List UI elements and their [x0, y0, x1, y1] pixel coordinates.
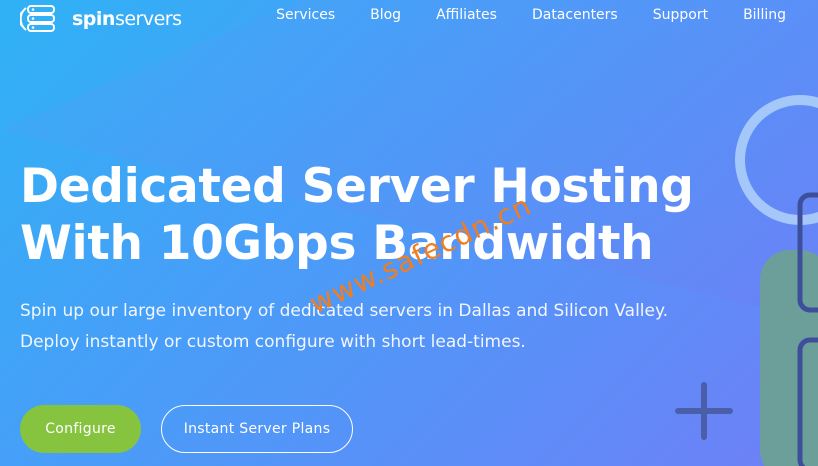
hero-title-line2: With 10Gbps Bandwidth — [20, 216, 654, 271]
nav-item-billing[interactable]: Billing — [743, 7, 786, 23]
hero-subtitle-line2: Deploy instantly or custom configure wit… — [20, 332, 526, 352]
nav-item-services[interactable]: Services — [276, 7, 335, 23]
hero-title-line1: Dedicated Server Hosting — [20, 159, 694, 214]
nav-item-affiliates[interactable]: Affiliates — [436, 7, 497, 23]
nav-item-blog[interactable]: Blog — [370, 7, 401, 23]
ring-shape — [735, 95, 818, 225]
nav-item-datacenters[interactable]: Datacenters — [532, 7, 618, 23]
nav-item-support[interactable]: Support — [653, 7, 708, 23]
server-column — [760, 250, 818, 466]
hero-title: Dedicated Server Hosting With 10Gbps Ban… — [20, 158, 694, 272]
server-stack-icon — [20, 5, 55, 32]
hero-subtitle: Spin up our large inventory of dedicated… — [20, 296, 668, 358]
brand-logo[interactable]: spinservers — [20, 4, 182, 34]
configure-button[interactable]: Configure — [20, 405, 141, 453]
main-nav: Services Blog Affiliates Datacenters Sup… — [241, 7, 786, 23]
brand-name: spinservers — [72, 8, 182, 30]
hero-subtitle-line1: Spin up our large inventory of dedicated… — [20, 301, 669, 321]
instant-server-plans-button[interactable]: Instant Server Plans — [161, 405, 353, 453]
plus-icon — [675, 382, 733, 440]
